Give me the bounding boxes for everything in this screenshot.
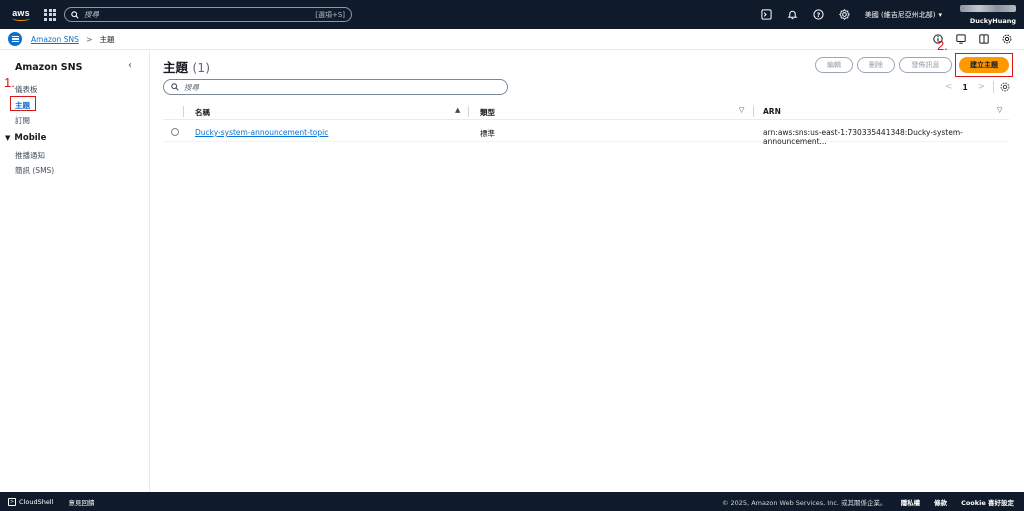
column-header-arn[interactable]: ARN [763,107,781,116]
sort-ascending-icon[interactable]: ▲ [455,106,460,114]
sidebar-item-subscriptions[interactable]: 訂閱 [15,115,30,126]
sidebar-item-sms[interactable]: 簡訊 (SMS) [15,165,54,176]
table-row[interactable]: Ducky-system-announcement-topic 標準 arn:a… [163,122,1009,146]
cloudshell-icon: > [8,497,16,506]
settings-icon[interactable] [1001,34,1012,45]
sidebar-section-mobile[interactable]: ▼ Mobile [5,133,46,143]
help-icon[interactable]: ? [813,9,825,21]
row-select-radio[interactable] [171,128,179,136]
topic-count: (1) [192,60,211,75]
account-id-redacted [960,4,1016,12]
column-divider [183,106,184,117]
prev-page-icon[interactable]: < [945,82,953,92]
cloudshell-label: CloudShell [19,497,54,506]
split-panel-icon[interactable] [978,34,989,45]
page-number[interactable]: 1 [963,83,968,92]
page-title-text: 主題 [163,60,189,75]
cookie-preferences-link[interactable]: Cookie 喜好設定 [961,497,1014,507]
sort-icon[interactable]: ▽ [997,106,1002,114]
caret-down-icon: ▼ [5,134,11,142]
annotation-step2: 2. [937,38,948,53]
breadcrumb-current: 主題 [99,34,115,44]
sort-icon[interactable]: ▽ [739,106,744,114]
column-divider [753,106,754,117]
feedback-link[interactable]: 意見回饋 [68,497,94,507]
region-label: 美國 (維吉尼亞州北部) [864,10,936,19]
global-search-placeholder: 搜尋 [84,10,99,19]
apps-grid-icon[interactable] [44,8,56,21]
privacy-link[interactable]: 隱私權 [901,497,921,507]
edit-button[interactable]: 編輯 [815,57,853,73]
topic-type: 標準 [480,129,495,138]
delete-button[interactable]: 刪除 [857,57,895,73]
aws-logo[interactable]: aws [8,8,34,21]
caret-down-icon: ▾ [938,10,942,19]
region-selector[interactable]: 美國 (維吉尼亞州北部) ▾ [865,10,942,20]
breadcrumb-separator: > [85,34,93,44]
sidebar-item-dashboard[interactable]: 儀表板 [15,84,38,95]
feedback-panel-icon[interactable] [955,34,966,45]
sidebar-item-push-notifications[interactable]: 推播通知 [15,150,45,161]
bell-icon[interactable] [787,9,799,21]
search-icon [171,83,179,91]
breadcrumb-service-link[interactable]: Amazon SNS [31,35,79,44]
copyright-text: © 2025, Amazon Web Services, Inc. 或其關係企業… [721,498,887,507]
sidebar-section-label: Mobile [14,133,47,143]
account-name: DuckyHuang [969,16,1016,25]
top-navigation-bar: aws 搜尋 [選項+S] ? 美國 (維吉尼亞州北部) ▾ DuckyHuan… [0,0,1024,29]
cloudshell-icon[interactable] [761,9,773,21]
global-search-input[interactable]: 搜尋 [選項+S] [64,7,352,22]
main-content: 主題 (1) 編輯 刪除 發佈訊息 2. 建立主題 搜尋 < 1 > 名稱 ▲ … [150,38,1024,492]
breadcrumb-bar: Amazon SNS > 主題 [0,29,1024,50]
account-menu[interactable]: DuckyHuang [954,4,1016,25]
column-divider [468,106,469,117]
aws-smile-icon [12,16,30,21]
table-preferences-gear-icon[interactable] [1000,82,1010,92]
sidebar-item-topics[interactable]: 主題 [15,100,30,111]
side-menu-toggle-icon[interactable] [8,32,22,46]
pagination: < 1 > [945,81,1010,93]
annotation-step1: 1. [4,75,15,90]
terms-link[interactable]: 條款 [934,497,947,507]
search-shortcut-hint: [選項+S] [315,10,345,19]
side-navigation: Amazon SNS ‹ 1. 儀表板 主題 訂閱 ▼ Mobile 推播通知 … [0,50,150,492]
topic-name-link[interactable]: Ducky-system-announcement-topic [195,128,328,137]
create-topic-button[interactable]: 建立主題 [959,57,1009,73]
next-page-icon[interactable]: > [978,82,986,92]
topics-search-input[interactable]: 搜尋 [163,79,508,95]
topic-arn: arn:aws:sns:us-east-1:730335441348:Ducky… [763,128,963,146]
column-header-name[interactable]: 名稱 [195,107,210,118]
topics-search-placeholder: 搜尋 [184,82,199,92]
svg-text:?: ? [817,11,821,19]
gear-icon[interactable] [839,9,851,21]
collapse-sidebar-icon[interactable]: ‹ [128,60,132,71]
cloudshell-button[interactable]: > CloudShell [8,497,54,506]
table-header: 名稱 ▲ 類型 ▽ ARN ▽ [163,103,1009,120]
footer-bar: > CloudShell 意見回饋 © 2025, Amazon Web Ser… [0,492,1024,511]
search-icon [71,10,79,19]
publish-message-button[interactable]: 發佈訊息 [899,57,952,73]
sidebar-title[interactable]: Amazon SNS [15,62,82,73]
column-header-type[interactable]: 類型 [480,107,495,118]
page-title: 主題 (1) [163,57,210,76]
pagination-divider [993,81,995,93]
